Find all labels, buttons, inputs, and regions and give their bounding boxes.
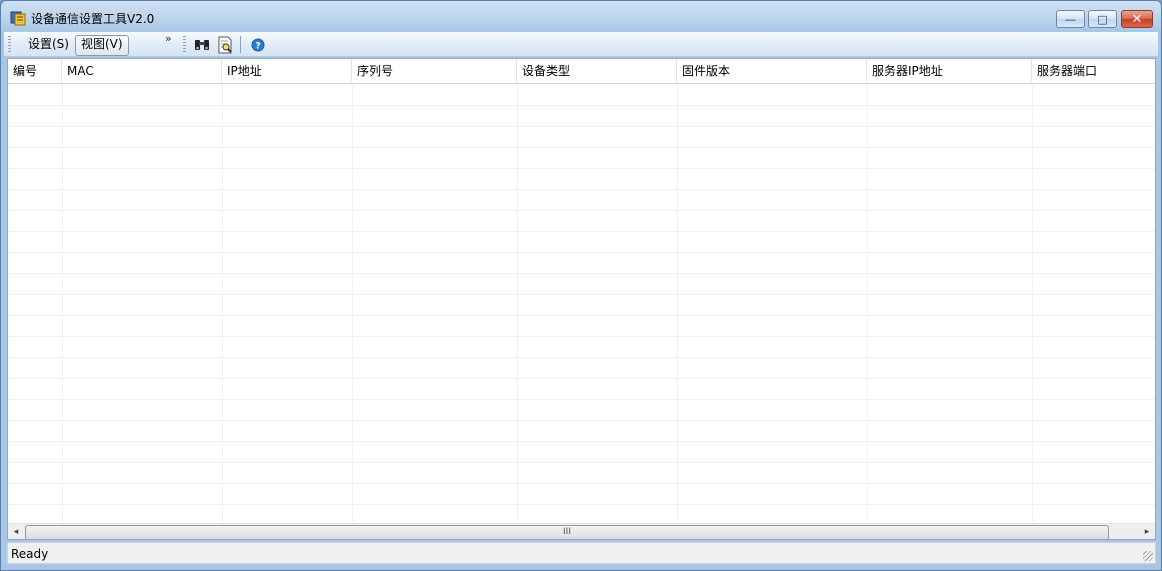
table-header: 编号 MAC IP地址 序列号 设备类型 固件版本 服务器IP地址 服务器端口 (8, 59, 1155, 84)
toolbar-grip-handle[interactable] (183, 36, 186, 54)
grid-row-line (8, 189, 1155, 190)
grid-row-line (8, 441, 1155, 442)
scroll-right-icon[interactable]: ▸ (1139, 525, 1155, 539)
column-header-server-port[interactable]: 服务器端口 (1032, 59, 1155, 83)
toolbar-separator (240, 36, 241, 53)
column-header-ip[interactable]: IP地址 (222, 59, 352, 83)
grid-row-line (8, 315, 1155, 316)
grid-column-line (1032, 84, 1033, 524)
close-icon: ✕ (1131, 11, 1143, 27)
toolbar-overflow-chevron-icon[interactable]: » (165, 32, 172, 45)
status-bar: Ready (7, 542, 1156, 564)
thumb-grip-icon: III (563, 527, 571, 537)
table-body[interactable] (8, 84, 1155, 524)
column-header-serial[interactable]: 序列号 (352, 59, 517, 83)
grid-row-line (8, 147, 1155, 148)
column-header-mac[interactable]: MAC (62, 59, 222, 83)
grid-row-line (8, 420, 1155, 421)
grid-column-line (352, 84, 353, 524)
grid-column-line (677, 84, 678, 524)
grid-row-line (8, 231, 1155, 232)
help-icon[interactable]: ? (249, 36, 267, 54)
grid-row-line (8, 252, 1155, 253)
horizontal-scrollbar[interactable]: ◂ III ▸ (8, 523, 1155, 539)
title-bar[interactable]: 设备通信设置工具V2.0 — □ ✕ (1, 1, 1161, 32)
maximize-button[interactable]: □ (1088, 10, 1117, 28)
toolbar: 设置(S) 视图(V) » ? (4, 32, 1158, 57)
grid-column-line (222, 84, 223, 524)
app-icon (10, 11, 26, 26)
minimize-button[interactable]: — (1056, 10, 1085, 28)
menu-grip-handle[interactable] (8, 36, 11, 54)
column-header-server-ip[interactable]: 服务器IP地址 (867, 59, 1032, 83)
grid-row-line (8, 294, 1155, 295)
maximize-icon: □ (1097, 12, 1108, 26)
grid-row-line (8, 168, 1155, 169)
grid-row-line (8, 357, 1155, 358)
grid-row-line (8, 105, 1155, 106)
column-header-firmware[interactable]: 固件版本 (677, 59, 867, 83)
status-text: Ready (11, 547, 49, 561)
grid-row-line (8, 462, 1155, 463)
svg-text:?: ? (255, 42, 260, 52)
scrollbar-thumb[interactable]: III (25, 525, 1109, 539)
grid-row-line (8, 399, 1155, 400)
grid-row-line (8, 378, 1155, 379)
grid-column-line (517, 84, 518, 524)
grid-column-line (867, 84, 868, 524)
minimize-icon: — (1065, 12, 1076, 26)
grid-row-line (8, 126, 1155, 127)
menu-settings[interactable]: 设置(S) (23, 35, 74, 54)
grid-row-line (8, 483, 1155, 484)
grid-row-line (8, 210, 1155, 211)
grid-row-line (8, 336, 1155, 337)
document-search-icon[interactable] (216, 36, 234, 54)
app-window: 设备通信设置工具V2.0 — □ ✕ 设置(S) 视图(V) » ? 编号 MA… (0, 0, 1162, 571)
close-button[interactable]: ✕ (1121, 10, 1153, 28)
grid-row-line (8, 504, 1155, 505)
window-title: 设备通信设置工具V2.0 (31, 12, 155, 26)
binoculars-icon[interactable] (193, 36, 211, 54)
scroll-left-icon[interactable]: ◂ (8, 525, 24, 539)
column-header-number[interactable]: 编号 (8, 59, 62, 83)
grid-column-line (62, 84, 63, 524)
menu-view[interactable]: 视图(V) (75, 35, 129, 56)
column-header-device-type[interactable]: 设备类型 (517, 59, 677, 83)
device-list-table[interactable]: 编号 MAC IP地址 序列号 设备类型 固件版本 服务器IP地址 服务器端口 … (7, 58, 1156, 540)
resize-grip-icon[interactable] (1143, 551, 1153, 561)
grid-row-line (8, 273, 1155, 274)
